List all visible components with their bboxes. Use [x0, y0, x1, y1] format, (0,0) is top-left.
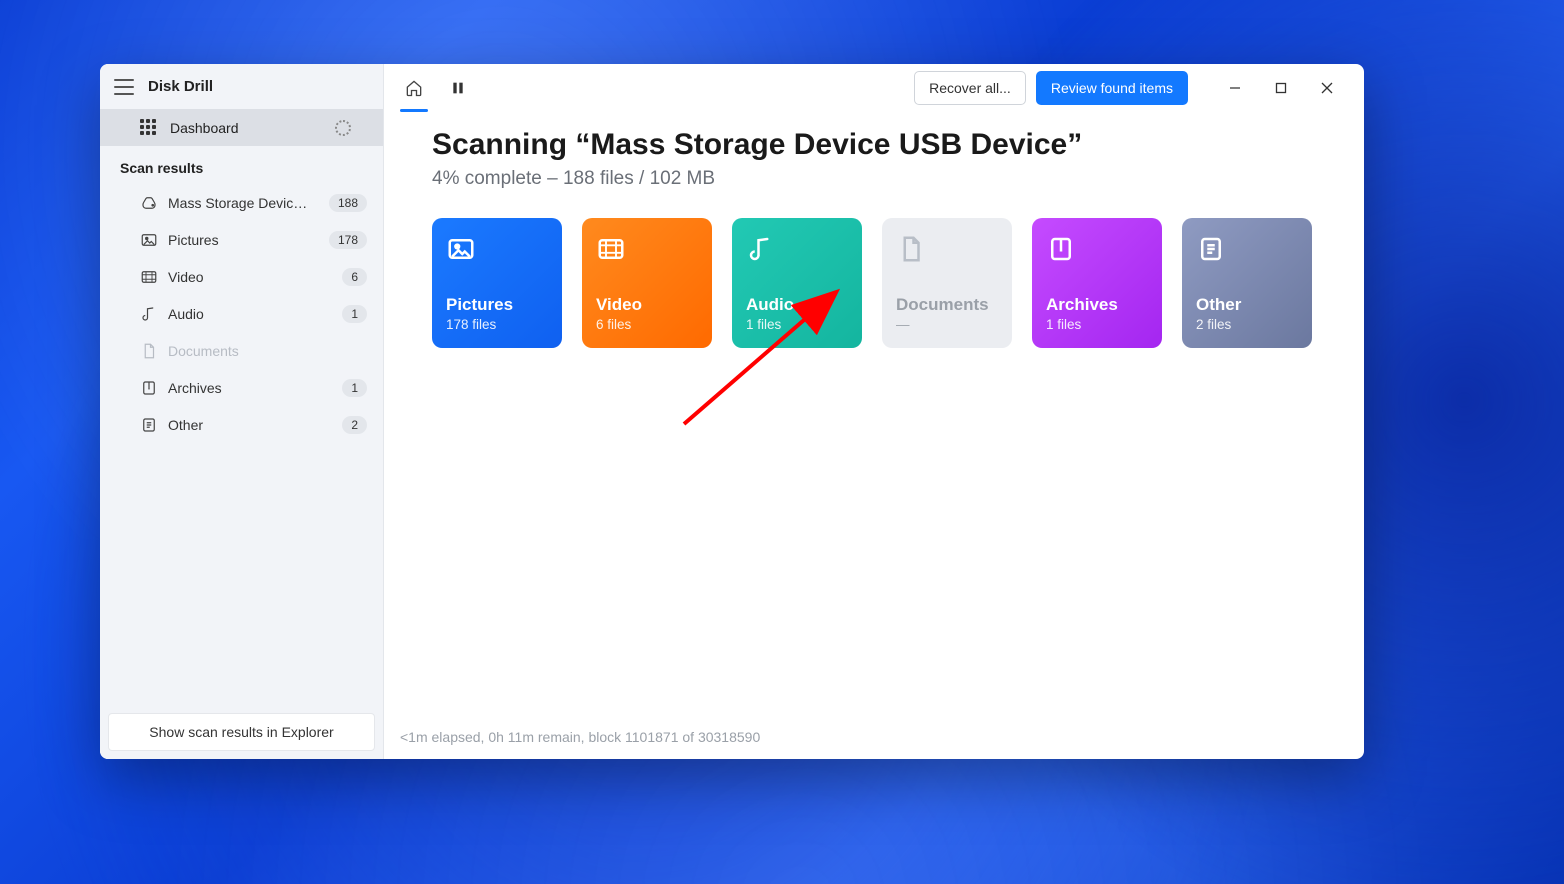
card-sub: —: [896, 317, 998, 332]
sidebar-item-device[interactable]: Mass Storage Device US... 188: [100, 184, 383, 221]
sidebar-item-label: Mass Storage Device US...: [168, 195, 315, 211]
card-video[interactable]: Video 6 files: [582, 218, 712, 348]
sidebar-item-count: 188: [329, 194, 367, 212]
loading-spinner-icon: [335, 120, 351, 136]
archive-icon: [1046, 234, 1076, 264]
card-title: Audio: [746, 295, 848, 315]
audio-icon: [140, 305, 158, 323]
sidebar-item-label: Audio: [168, 306, 328, 322]
sidebar-item-count: 2: [342, 416, 367, 434]
document-icon: [896, 234, 926, 264]
sidebar-item-dashboard[interactable]: Dashboard: [100, 109, 383, 146]
pause-button[interactable]: [436, 64, 480, 112]
maximize-button[interactable]: [1258, 64, 1304, 112]
sidebar-item-count: 1: [342, 379, 367, 397]
sidebar: Disk Drill Dashboard Scan results Mass S…: [100, 64, 384, 759]
video-icon: [596, 234, 626, 264]
app-title: Disk Drill: [148, 78, 213, 95]
card-title: Archives: [1046, 295, 1148, 315]
content-area: Scanning “Mass Storage Device USB Device…: [384, 112, 1364, 719]
sidebar-item-count: 1: [342, 305, 367, 323]
card-title: Pictures: [446, 295, 548, 315]
sidebar-item-label: Archives: [168, 380, 328, 396]
close-button[interactable]: [1304, 64, 1350, 112]
sidebar-item-label: Documents: [168, 343, 367, 359]
hamburger-icon[interactable]: [114, 79, 134, 95]
card-sub: 1 files: [746, 317, 848, 332]
main-panel: Recover all... Review found items Scanni…: [384, 64, 1364, 759]
sidebar-item-count: 6: [342, 268, 367, 286]
minimize-button[interactable]: [1212, 64, 1258, 112]
other-icon: [140, 416, 158, 434]
video-icon: [140, 268, 158, 286]
app-window: Disk Drill Dashboard Scan results Mass S…: [100, 64, 1364, 759]
sidebar-item-label: Other: [168, 417, 328, 433]
card-sub: 1 files: [1046, 317, 1148, 332]
window-controls: [1212, 64, 1350, 112]
card-title: Other: [1196, 295, 1298, 315]
sidebar-item-video[interactable]: Video 6: [100, 258, 383, 295]
sidebar-item-other[interactable]: Other 2: [100, 406, 383, 443]
card-sub: 178 files: [446, 317, 548, 332]
archive-icon: [140, 379, 158, 397]
card-other[interactable]: Other 2 files: [1182, 218, 1312, 348]
home-button[interactable]: [392, 64, 436, 112]
other-icon: [1196, 234, 1226, 264]
sidebar-item-label: Video: [168, 269, 328, 285]
sidebar-item-pictures[interactable]: Pictures 178: [100, 221, 383, 258]
show-in-explorer-button[interactable]: Show scan results in Explorer: [108, 713, 375, 751]
picture-icon: [446, 234, 476, 264]
status-bar: <1m elapsed, 0h 11m remain, block 110187…: [384, 719, 1364, 759]
page-subtitle: 4% complete – 188 files / 102 MB: [432, 168, 1316, 190]
sidebar-section-label: Scan results: [100, 146, 383, 184]
card-documents: Documents —: [882, 218, 1012, 348]
card-archives[interactable]: Archives 1 files: [1032, 218, 1162, 348]
audio-icon: [746, 234, 776, 264]
sidebar-item-audio[interactable]: Audio 1: [100, 295, 383, 332]
drive-icon: [140, 194, 158, 212]
recover-all-button[interactable]: Recover all...: [914, 71, 1026, 105]
page-title: Scanning “Mass Storage Device USB Device…: [432, 128, 1316, 162]
dashboard-grid-icon: [140, 119, 158, 137]
document-icon: [140, 342, 158, 360]
card-title: Video: [596, 295, 698, 315]
card-pictures[interactable]: Pictures 178 files: [432, 218, 562, 348]
card-sub: 2 files: [1196, 317, 1298, 332]
card-title: Documents: [896, 295, 998, 315]
dashboard-label: Dashboard: [170, 120, 323, 136]
picture-icon: [140, 231, 158, 249]
sidebar-item-documents[interactable]: Documents: [100, 332, 383, 369]
category-cards: Pictures 178 files Video 6 files Audio 1…: [432, 218, 1316, 348]
sidebar-item-label: Pictures: [168, 232, 315, 248]
sidebar-item-archives[interactable]: Archives 1: [100, 369, 383, 406]
card-sub: 6 files: [596, 317, 698, 332]
review-found-items-button[interactable]: Review found items: [1036, 71, 1188, 105]
card-audio[interactable]: Audio 1 files: [732, 218, 862, 348]
sidebar-header: Disk Drill: [100, 64, 383, 109]
sidebar-item-count: 178: [329, 231, 367, 249]
titlebar: Recover all... Review found items: [384, 64, 1364, 112]
